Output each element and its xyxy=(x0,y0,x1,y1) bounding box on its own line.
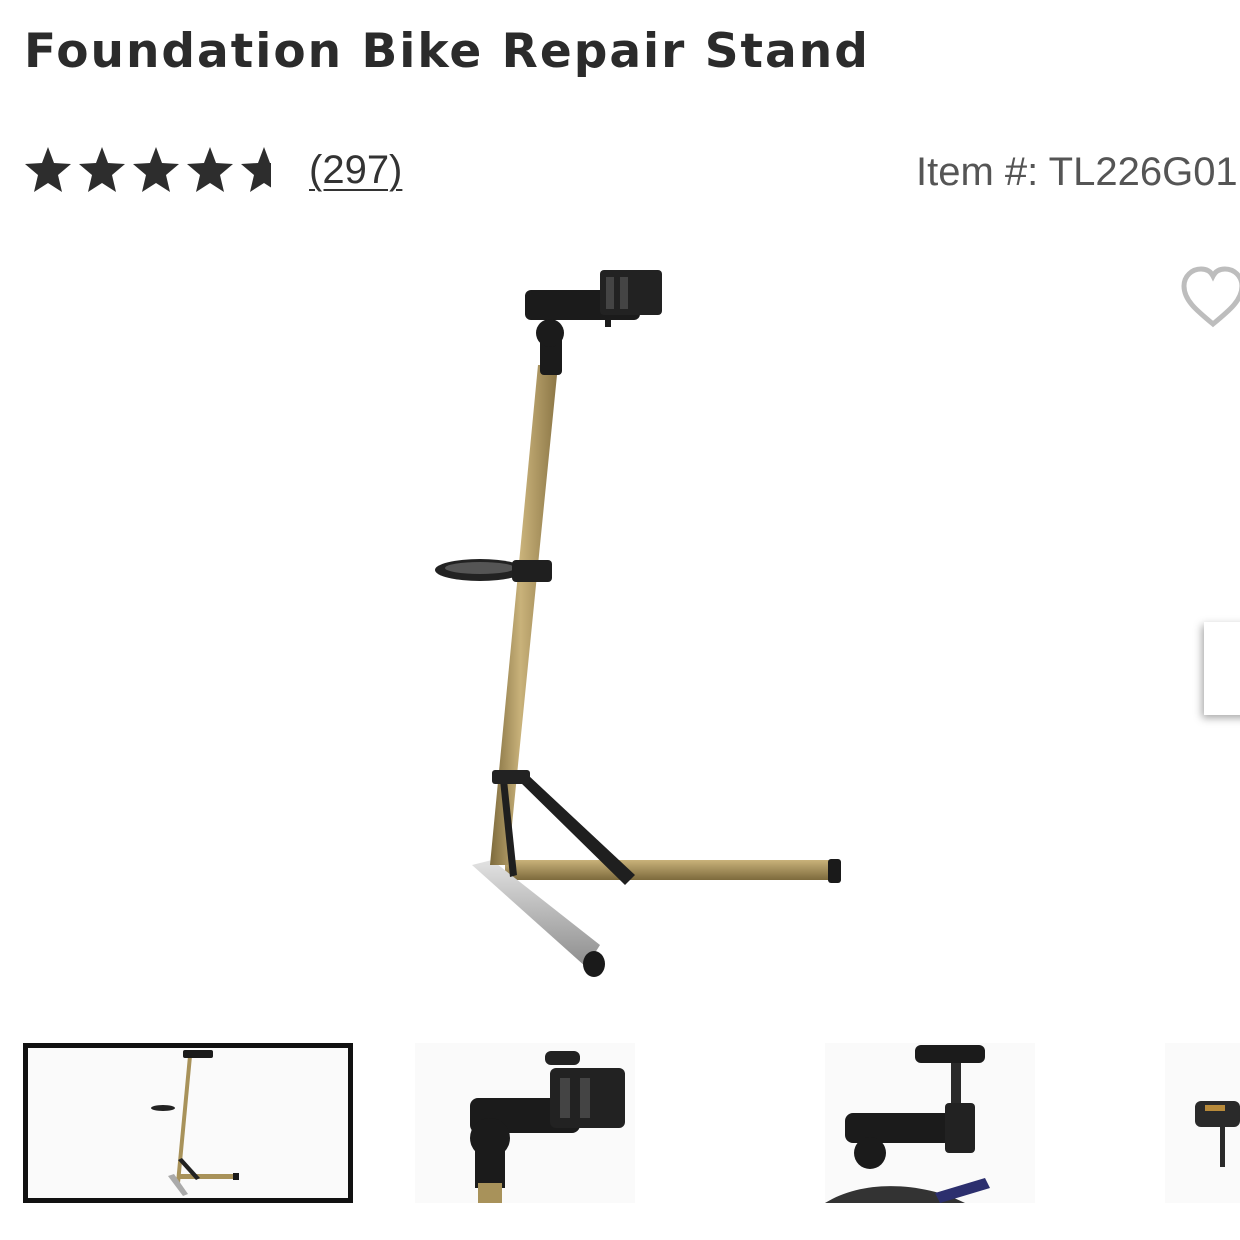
review-count-link[interactable]: (297) xyxy=(309,148,402,193)
item-number: Item #: TL226G01 xyxy=(916,150,1238,194)
gallery-thumbnail[interactable] xyxy=(825,1043,1035,1203)
star-icon xyxy=(79,147,125,192)
gallery-thumbnail-selected[interactable] xyxy=(23,1043,353,1203)
product-main-image xyxy=(435,270,841,977)
star-icon xyxy=(25,147,71,192)
gallery-next-tab[interactable] xyxy=(1204,622,1240,715)
star-rating xyxy=(25,147,271,192)
heart-outline-icon[interactable] xyxy=(1178,262,1240,332)
product-title: Foundation Bike Repair Stand xyxy=(24,24,870,79)
star-icon xyxy=(187,147,233,192)
half-star-icon xyxy=(241,147,271,192)
gallery-thumbnail[interactable] xyxy=(415,1043,635,1203)
star-icon xyxy=(133,147,179,192)
gallery-thumbnail[interactable] xyxy=(1165,1043,1240,1203)
